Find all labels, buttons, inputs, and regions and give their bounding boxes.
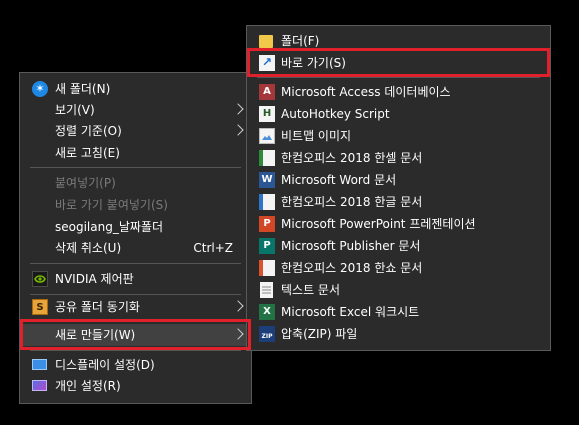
menu-item-seogilang-date-folder[interactable]: seogilang_날짜폴더 bbox=[20, 216, 251, 238]
submenu-item-bitmap-image[interactable]: 비트맵 이미지 bbox=[247, 125, 550, 147]
autohotkey-icon: H bbox=[259, 106, 275, 122]
desktop-context-menu: ✶ 새 폴더(N) 보기(V) 정렬 기준(O) 새로 고침(E) 붙여넣기(P… bbox=[19, 72, 252, 404]
submenu-item-zip-archive[interactable]: ZIP 압축(ZIP) 파일 bbox=[247, 323, 550, 345]
undo-shortcut: Ctrl+Z bbox=[193, 241, 233, 255]
menu-separator bbox=[30, 321, 241, 322]
folder-icon bbox=[259, 35, 273, 48]
new-folder-icon: ✶ bbox=[32, 81, 48, 97]
submenu-item-text-document[interactable]: 텍스트 문서 bbox=[247, 279, 550, 301]
menu-item-shared-folder-sync[interactable]: S 공유 폴더 동기화 bbox=[20, 296, 251, 318]
hangul-icon bbox=[259, 194, 275, 210]
submenu-item-autohotkey-script[interactable]: H AutoHotkey Script bbox=[247, 103, 550, 125]
menu-item-paste-shortcut: 바로 가기 붙여넣기(S) bbox=[55, 198, 168, 212]
menu-item-sort-by[interactable]: 정렬 기준(O) bbox=[20, 120, 251, 142]
menu-separator bbox=[30, 263, 241, 264]
menu-separator bbox=[30, 350, 241, 351]
zip-archive-icon: ZIP bbox=[259, 326, 275, 342]
menu-item-personalize[interactable]: 개인 설정(R) bbox=[20, 375, 251, 397]
submenu-item-excel-worksheet[interactable]: X Microsoft Excel 워크시트 bbox=[247, 301, 550, 323]
shortcut-icon: ↗ bbox=[259, 55, 275, 71]
submenu-item-access-database[interactable]: A Microsoft Access 데이터베이스 bbox=[247, 81, 550, 103]
menu-item-new-folder[interactable]: ✶ 새 폴더(N) bbox=[20, 78, 251, 100]
menu-separator bbox=[257, 77, 540, 78]
hanshow-icon bbox=[259, 260, 275, 276]
menu-item-nvidia-control-panel[interactable]: NVIDIA 제어판 bbox=[20, 268, 251, 290]
menu-item-view[interactable]: 보기(V) bbox=[20, 99, 251, 121]
submenu-item-hangul-document[interactable]: 한컴오피스 2018 한글 문서 bbox=[247, 191, 550, 213]
menu-item-refresh[interactable]: 새로 고침(E) bbox=[20, 142, 251, 164]
menu-separator bbox=[30, 167, 241, 168]
access-icon: A bbox=[259, 84, 275, 100]
menu-separator bbox=[30, 294, 241, 295]
personalize-icon bbox=[32, 380, 47, 391]
word-icon: W bbox=[259, 172, 275, 188]
display-icon bbox=[32, 359, 47, 370]
publisher-icon: P bbox=[259, 238, 275, 254]
new-submenu: 폴더(F) ↗ 바로 가기(S) A Microsoft Access 데이터베… bbox=[246, 25, 551, 351]
powerpoint-icon: P bbox=[259, 216, 275, 232]
submenu-item-publisher-document[interactable]: P Microsoft Publisher 문서 bbox=[247, 235, 550, 257]
menu-item-new[interactable]: 새로 만들기(W) bbox=[20, 324, 251, 346]
submenu-item-hanshow-document[interactable]: 한컴오피스 2018 한쇼 문서 bbox=[247, 257, 550, 279]
submenu-item-shortcut[interactable]: ↗ 바로 가기(S) bbox=[247, 52, 550, 74]
menu-item-paste: 붙여넣기(P) bbox=[55, 176, 116, 190]
submenu-item-powerpoint-presentation[interactable]: P Microsoft PowerPoint 프레젠테이션 bbox=[247, 213, 550, 235]
bitmap-icon bbox=[259, 128, 275, 144]
submenu-item-word-document[interactable]: W Microsoft Word 문서 bbox=[247, 169, 550, 191]
sync-folder-icon: S bbox=[32, 299, 48, 315]
menu-item-display-settings[interactable]: 디스플레이 설정(D) bbox=[20, 354, 251, 376]
hancell-icon bbox=[259, 150, 275, 166]
submenu-item-hancell-document[interactable]: 한컴오피스 2018 한셀 문서 bbox=[247, 147, 550, 169]
text-document-icon bbox=[260, 282, 273, 298]
submenu-item-folder[interactable]: 폴더(F) bbox=[247, 30, 550, 52]
excel-icon: X bbox=[259, 304, 275, 320]
menu-item-undo-delete[interactable]: 삭제 취소(U) Ctrl+Z bbox=[20, 237, 251, 259]
nvidia-icon bbox=[32, 271, 48, 287]
